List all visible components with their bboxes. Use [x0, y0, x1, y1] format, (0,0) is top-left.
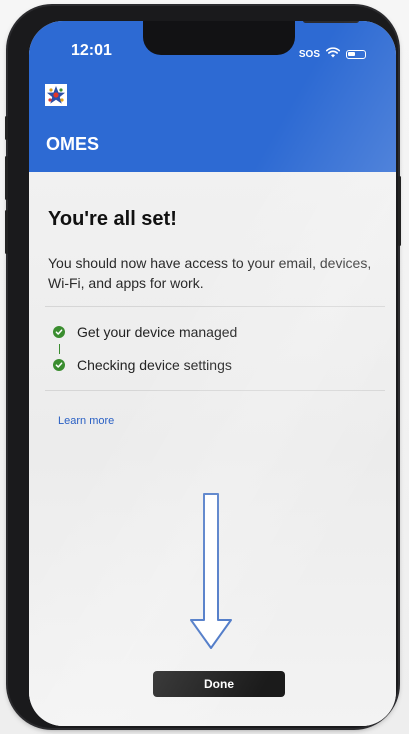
- photo-background: 12:01 SOS OMES You're all set! You shoul…: [0, 0, 409, 734]
- step-label: Get your device managed: [77, 324, 238, 340]
- divider-top: [45, 306, 385, 307]
- silent-switch: [5, 116, 8, 140]
- phone-frame: 12:01 SOS OMES You're all set! You shoul…: [5, 6, 401, 728]
- step-label: Checking device settings: [77, 357, 232, 373]
- star-logo-icon: [45, 84, 67, 106]
- camera-notch: [143, 21, 359, 55]
- carrier-label: SOS: [298, 48, 320, 60]
- wifi-icon: [326, 45, 340, 63]
- app-header: 12:01 SOS OMES: [29, 21, 396, 172]
- status-indicators: SOS: [299, 45, 366, 63]
- power-button: [398, 176, 401, 246]
- volume-down-button: [5, 210, 8, 254]
- divider-bottom: [45, 390, 385, 391]
- page-title: You're all set!: [48, 208, 177, 230]
- completion-description: You should now have access to your email…: [48, 255, 372, 291]
- done-button[interactable]: Done: [153, 671, 285, 697]
- check-circle-icon: [53, 359, 65, 371]
- volume-up-button: [5, 156, 8, 200]
- battery-icon: [346, 49, 366, 59]
- status-time: 12:01: [71, 42, 112, 59]
- step-item-device-managed: Get your device managed: [53, 324, 237, 340]
- check-circle-icon: [53, 326, 65, 338]
- speaker-grille: [303, 21, 359, 23]
- step-connector: [59, 344, 60, 354]
- phone-screen: 12:01 SOS OMES You're all set! You shoul…: [29, 21, 396, 726]
- learn-more-link[interactable]: Learn more: [58, 415, 114, 427]
- step-item-device-settings: Checking device settings: [53, 357, 232, 373]
- app-title: OMES: [46, 134, 100, 154]
- completion-panel: You're all set! You should now have acce…: [29, 172, 396, 726]
- down-arrow-icon: [187, 492, 235, 652]
